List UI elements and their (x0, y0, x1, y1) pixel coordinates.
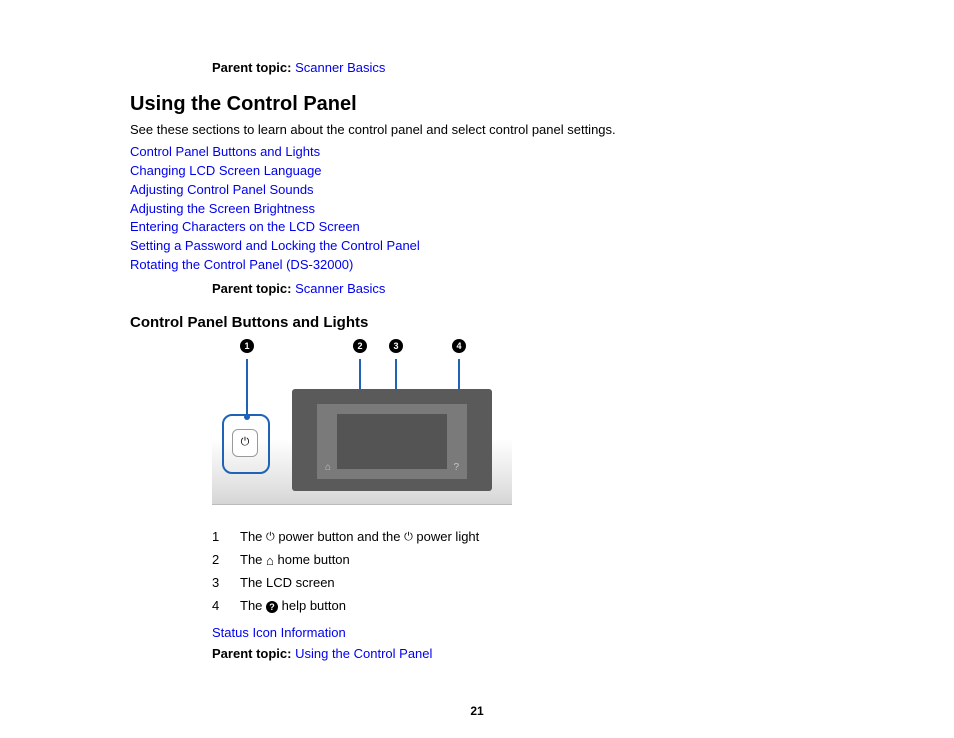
sub-link[interactable]: Status Icon Information (212, 625, 346, 640)
legend-row: 2 The ⌂ home button (212, 552, 834, 567)
power-icon: ⏻ (404, 532, 413, 543)
home-icon: ⌂ (325, 462, 331, 473)
legend-index: 2 (212, 552, 222, 567)
parent-topic-link[interactable]: Scanner Basics (295, 281, 385, 296)
parent-topic-link[interactable]: Scanner Basics (295, 60, 385, 75)
lcd-screen (337, 414, 447, 469)
parent-topic-bottom: Parent topic: Using the Control Panel (212, 646, 834, 661)
toc-link[interactable]: Setting a Password and Locking the Contr… (130, 238, 420, 253)
toc-link[interactable]: Rotating the Control Panel (DS-32000) (130, 257, 353, 272)
legend-index: 3 (212, 575, 222, 590)
toc-link[interactable]: Entering Characters on the LCD Screen (130, 219, 360, 234)
page-number: 21 (0, 704, 954, 718)
legend-index: 4 (212, 598, 222, 613)
legend-text: The ? help button (240, 598, 346, 613)
toc-link[interactable]: Control Panel Buttons and Lights (130, 144, 320, 159)
page-title: Using the Control Panel (130, 93, 834, 116)
control-panel-diagram: 1 2 3 4 ⏻ ⌂ ? (212, 339, 834, 505)
power-icon: ⏻ (266, 532, 275, 543)
callout-3: 3 (389, 339, 403, 353)
legend-row: 4 The ? help button (212, 598, 834, 613)
legend-row: 1 The ⏻ power button and the ⏻ power lig… (212, 529, 834, 544)
parent-topic-mid: Parent topic: Scanner Basics (212, 281, 834, 296)
legend-text: The ⏻ power button and the ⏻ power light (240, 529, 479, 544)
parent-topic-label: Parent topic: (212, 281, 291, 296)
parent-topic-link[interactable]: Using the Control Panel (295, 646, 432, 661)
callout-2: 2 (353, 339, 367, 353)
leader-line (246, 359, 248, 417)
parent-topic-label: Parent topic: (212, 646, 291, 661)
legend-index: 1 (212, 529, 222, 544)
parent-topic-top: Parent topic: Scanner Basics (212, 60, 834, 75)
home-icon: ⌂ (266, 554, 274, 567)
legend-row: 3 The LCD screen (212, 575, 834, 590)
legend-text: The LCD screen (240, 575, 335, 590)
legend-text: The ⌂ home button (240, 552, 350, 567)
callout-1: 1 (240, 339, 254, 353)
lcd-bezel: ⌂ ? (317, 404, 467, 479)
intro-text: See these sections to learn about the co… (130, 122, 834, 137)
lcd-panel: ⌂ ? (292, 389, 492, 491)
toc-list: Control Panel Buttons and Lights Changin… (130, 143, 834, 275)
toc-link[interactable]: Adjusting Control Panel Sounds (130, 182, 314, 197)
toc-link[interactable]: Changing LCD Screen Language (130, 163, 322, 178)
legend-list: 1 The ⏻ power button and the ⏻ power lig… (212, 529, 834, 613)
help-icon: ? (453, 462, 459, 473)
subsection-title: Control Panel Buttons and Lights (130, 314, 834, 331)
callout-4: 4 (452, 339, 466, 353)
parent-topic-label: Parent topic: (212, 60, 291, 75)
power-button: ⏻ (232, 429, 258, 457)
power-button-outline: ⏻ (222, 414, 270, 474)
toc-link[interactable]: Adjusting the Screen Brightness (130, 201, 315, 216)
help-icon: ? (266, 601, 278, 613)
power-icon: ⏻ (241, 437, 250, 448)
